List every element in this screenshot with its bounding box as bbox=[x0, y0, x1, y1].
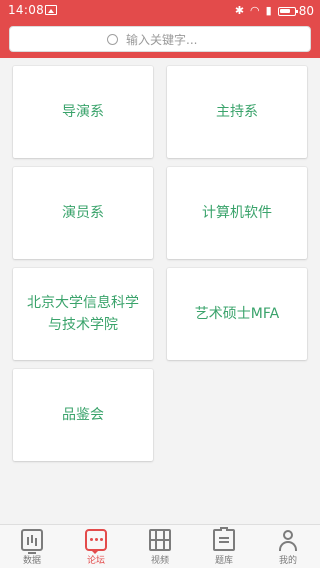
card-label: 导演系 bbox=[62, 104, 104, 120]
nav-video[interactable]: 视频 bbox=[128, 525, 192, 568]
bottom-nav: 数据 论坛 视频 题库 我的 bbox=[0, 524, 320, 568]
card-acting[interactable]: 演员系 bbox=[13, 167, 153, 259]
nav-label: 我的 bbox=[278, 556, 297, 566]
header-bar bbox=[0, 22, 320, 58]
card-label: 演员系 bbox=[62, 205, 104, 221]
nav-label: 论坛 bbox=[86, 556, 105, 566]
chart-icon bbox=[21, 529, 43, 554]
person-icon bbox=[277, 529, 299, 551]
status-icons: ✱ ◠ ▮ 80 bbox=[235, 2, 314, 20]
search-icon bbox=[107, 34, 118, 45]
battery-indicator: 80 bbox=[277, 4, 314, 18]
search-box[interactable] bbox=[9, 26, 311, 52]
film-icon bbox=[149, 529, 171, 551]
nav-label: 数据 bbox=[22, 556, 41, 566]
card-label: 北京大学信息科学与技术学院 bbox=[27, 295, 139, 333]
nav-forum[interactable]: 论坛 bbox=[64, 525, 128, 568]
clipboard-icon bbox=[213, 527, 235, 551]
nav-me[interactable]: 我的 bbox=[256, 525, 320, 568]
card-pku-info-science[interactable]: 北京大学信息科学与技术学院 bbox=[13, 268, 153, 360]
battery-icon bbox=[277, 6, 298, 16]
card-computer-software[interactable]: 计算机软件 bbox=[167, 167, 307, 259]
status-bar: 14:08 ✱ ◠ ▮ 80 bbox=[0, 0, 320, 22]
search-input[interactable] bbox=[124, 29, 298, 51]
nav-data[interactable]: 数据 bbox=[0, 525, 64, 568]
status-time: 14:08 bbox=[8, 3, 45, 17]
chat-bubble-icon bbox=[85, 529, 107, 554]
card-label: 计算机软件 bbox=[202, 205, 272, 221]
nav-label: 视频 bbox=[150, 556, 169, 566]
wifi-icon: ◠ bbox=[250, 4, 260, 17]
card-directing[interactable]: 导演系 bbox=[13, 66, 153, 158]
nav-label: 题库 bbox=[214, 556, 233, 566]
card-mfa[interactable]: 艺术硕士MFA bbox=[167, 268, 307, 360]
bluetooth-icon: ✱ bbox=[234, 4, 245, 17]
card-label: 艺术硕士MFA bbox=[194, 306, 280, 322]
card-appreciation[interactable]: 品鉴会 bbox=[13, 369, 153, 461]
nav-question-bank[interactable]: 题库 bbox=[192, 525, 256, 568]
signal-icon: ▮ bbox=[265, 4, 272, 17]
card-label: 品鉴会 bbox=[62, 407, 104, 423]
battery-percent: 80 bbox=[298, 4, 314, 18]
card-hosting[interactable]: 主持系 bbox=[167, 66, 307, 158]
image-notification-icon bbox=[45, 5, 57, 15]
card-label: 主持系 bbox=[216, 104, 258, 120]
